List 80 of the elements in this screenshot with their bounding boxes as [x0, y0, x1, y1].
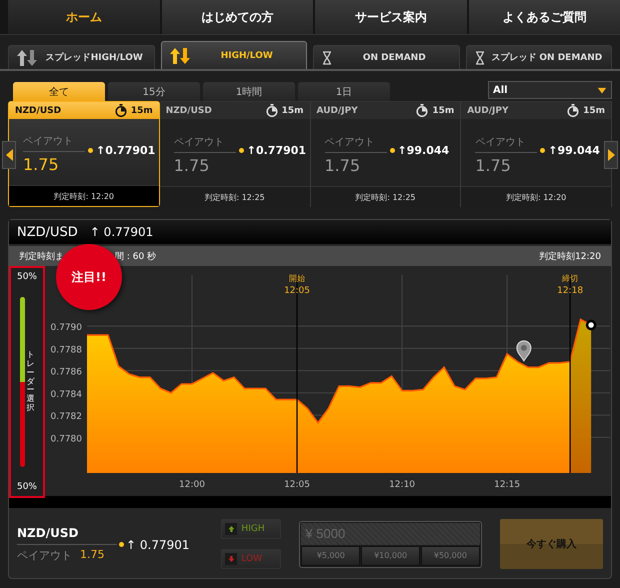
expiry-time: 判定時刻: 12:20 — [461, 186, 611, 207]
countdown-text: 判定時刻ま — [19, 250, 65, 262]
high-button[interactable]: HIGH — [221, 519, 282, 539]
x-axis-label: 12:10 — [389, 480, 416, 490]
payout-value: 1.75 — [324, 156, 362, 174]
asset-card[interactable]: NZD/USD 15m ペイアウト 1.75 ↑0.77901 判定時刻: 12:20 — [8, 101, 160, 207]
nav-tab[interactable]: よくあるご質問 — [468, 0, 620, 34]
pair-name: AUD/JPY — [316, 106, 359, 116]
y-axis-label: 0.7782 — [50, 412, 82, 422]
up-down-arrows-icon — [17, 50, 37, 66]
filter-select[interactable]: All — [488, 81, 612, 99]
payout-label: ペイアウト — [23, 135, 74, 148]
payout-label: ペイアウト — [174, 136, 225, 148]
y-axis-label: 0.7786 — [50, 368, 82, 378]
pair-name: NZD/USD — [15, 106, 62, 116]
stopwatch-icon — [114, 104, 127, 117]
pair-name: AUD/JPY — [467, 106, 510, 116]
payout-label: ペイアウト — [324, 136, 376, 148]
chart-pair-name: NZD/USD — [17, 224, 78, 240]
rate-value: ↑99.044 — [398, 144, 450, 157]
pair-name: NZD/USD — [166, 106, 213, 116]
payout-value: 1.75 — [174, 156, 210, 174]
hourglass-icon — [474, 50, 484, 64]
period-tab[interactable]: 全て — [13, 82, 105, 101]
expiry-time: 判定時刻12:20 — [539, 250, 601, 262]
payout-value: 1.75 — [475, 156, 512, 174]
next-arrow-button[interactable] — [604, 141, 618, 169]
product-tab[interactable]: HIGH/LOW — [160, 41, 307, 69]
duration-label: 15m — [432, 106, 454, 116]
y-axis-label: 0.7780 — [50, 434, 82, 444]
period-tab[interactable]: 15分 — [108, 82, 200, 101]
marker-time: 12:18 — [557, 286, 584, 296]
order-rate: ↑ 0.77901 — [126, 538, 190, 552]
order-pair-name: NZD/USD — [17, 526, 80, 540]
marker-time: 12:05 — [284, 286, 310, 296]
high-percent: 50% — [16, 272, 37, 282]
period-tab[interactable]: 1時間 — [203, 82, 295, 101]
rate-value: ↑0.77901 — [96, 144, 156, 156]
marker-label: 開始 — [289, 274, 306, 283]
product-tab[interactable]: スプレッド ON DEMAND — [466, 45, 612, 69]
y-axis-label: 0.7784 — [50, 390, 82, 400]
trader-choice-label: トレーダー選択 — [26, 351, 34, 413]
low-percent: 50% — [16, 482, 37, 492]
location-pin-icon — [516, 340, 532, 362]
expiry-time: 判定時刻: 12:25 — [310, 186, 460, 207]
product-tab[interactable]: ON DEMAND — [313, 45, 460, 69]
expiry-time: 判定時刻: 12:20 — [9, 185, 159, 206]
expiry-time: 判定時刻: 12:25 — [160, 186, 310, 207]
duration-label: 15m — [130, 106, 153, 116]
payout-value: 1.75 — [80, 548, 104, 562]
x-axis-label: 12:00 — [179, 480, 205, 490]
payout-value: 1.75 — [23, 155, 60, 174]
rate-value: ↑99.044 — [548, 144, 600, 157]
duration-label: 15m — [583, 106, 605, 116]
previous-arrow-button[interactable] — [2, 141, 16, 169]
countdown-text: 間 : 60 秒 — [115, 250, 156, 262]
stopwatch-icon — [567, 104, 580, 117]
y-axis-label: 0.7788 — [50, 345, 82, 356]
asset-card[interactable]: NZD/USD 15m ペイアウト 1.75 ↑0.77901 判定時刻: 12:25 — [160, 101, 310, 207]
product-tab[interactable]: スプレッドHIGH/LOW — [8, 45, 154, 69]
asset-card[interactable]: AUD/JPY 15m ペイアウト 1.75 ↑99.044 判定時刻: 12:25 — [310, 101, 462, 207]
hourglass-icon — [322, 50, 332, 64]
asset-card[interactable]: AUD/JPY 15m ペイアウト 1.75 ↑99.044 判定時刻: 12:20 — [461, 101, 612, 207]
x-axis-label: 12:15 — [494, 480, 520, 490]
x-axis-label: 12:05 — [284, 480, 310, 490]
stopwatch-icon — [416, 104, 428, 117]
stopwatch-icon — [266, 104, 278, 117]
up-down-arrows-icon — [170, 48, 190, 64]
duration-label: 15m — [282, 106, 304, 116]
payout-label: ペイアウト — [475, 136, 526, 148]
period-tab[interactable]: 1日 — [298, 82, 390, 101]
rate-value: ↑0.77901 — [246, 144, 306, 157]
nav-tab[interactable]: サービス案内 — [315, 0, 466, 34]
nav-tab[interactable]: ホーム — [8, 0, 160, 34]
y-axis-label: 0.7790 — [50, 323, 82, 334]
marker-label: 締切 — [562, 274, 578, 283]
chart-rate: ↑ 0.77901 — [90, 225, 154, 239]
payout-label: ペイアウト — [17, 548, 72, 562]
current-price-dot — [586, 320, 596, 330]
nav-tab[interactable]: はじめての方 — [162, 0, 313, 34]
